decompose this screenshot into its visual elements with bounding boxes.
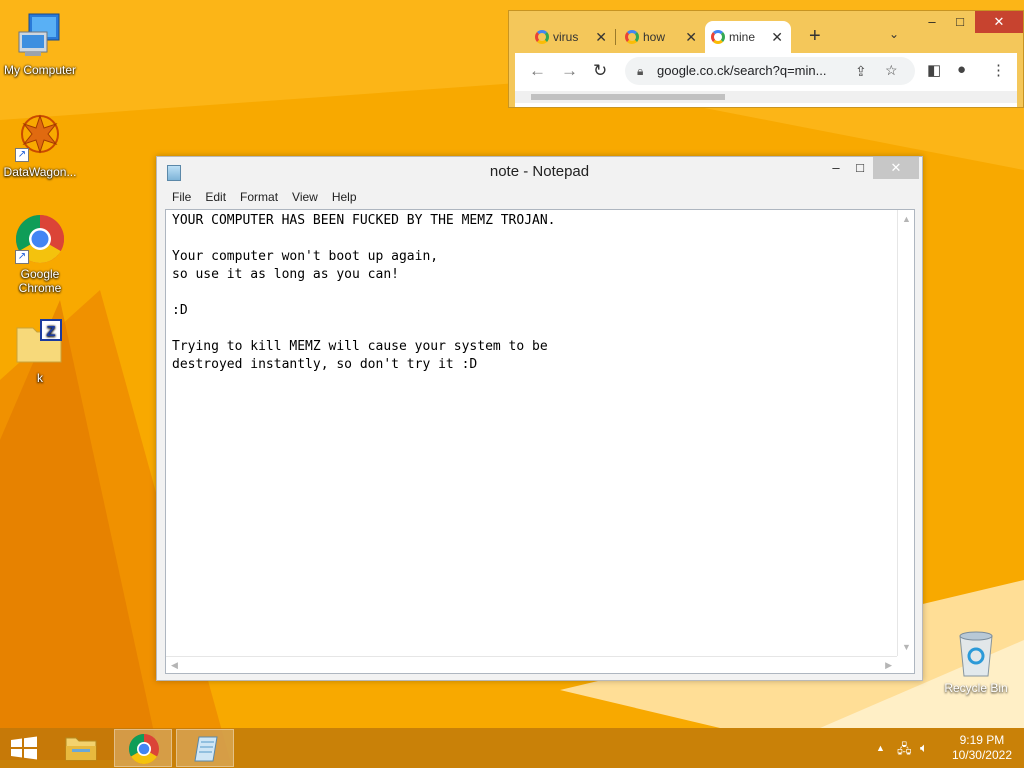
tab-separator <box>615 29 616 45</box>
desktop-icon-label: k <box>37 371 43 385</box>
address-bar[interactable]: 🔒︎ google.co.ck/search?q=min... <box>625 57 915 85</box>
desktop-icon-my-computer[interactable]: My Computer <box>0 10 80 77</box>
shortcut-arrow-icon: ↗ <box>15 250 29 264</box>
chrome-tab-bar: virus ✕ how ✕ mine ✕ + ⌄ – □ ✕ <box>509 11 1023 53</box>
notepad-icon <box>194 736 218 762</box>
scroll-up-icon[interactable]: ▲ <box>902 214 911 224</box>
google-favicon-icon <box>625 30 639 44</box>
desktop-icon-k[interactable]: Z k <box>0 318 80 385</box>
menu-help[interactable]: Help <box>325 190 364 208</box>
scroll-left-icon[interactable]: ◀ <box>171 660 178 671</box>
chrome-minimize-button[interactable]: – <box>919 11 945 33</box>
desktop-icon-datawagon[interactable]: ↗ DataWagon... <box>0 112 80 179</box>
chrome-close-button[interactable]: ✕ <box>975 11 1023 33</box>
new-tab-icon[interactable]: + <box>809 25 821 48</box>
menu-bar: File Edit Format View Help <box>165 190 364 208</box>
tab-title: virus <box>553 30 579 44</box>
desktop-icon-label: Google Chrome <box>18 267 62 295</box>
clock-date: 10/30/2022 <box>951 748 1012 762</box>
vertical-scrollbar[interactable]: ▲ ▼ <box>897 210 914 656</box>
chrome-tab[interactable]: how ✕ <box>619 21 705 53</box>
shortcut-arrow-icon: ↗ <box>15 148 29 162</box>
chrome-toolbar: ← → ↻ 🔒︎ google.co.ck/search?q=min... ⇪ … <box>515 53 1017 107</box>
chrome-maximize-button[interactable]: □ <box>947 11 973 33</box>
close-tab-icon[interactable]: ✕ <box>771 29 783 46</box>
google-favicon-icon <box>535 30 549 44</box>
svg-text:Z: Z <box>46 323 55 340</box>
page-horizontal-scrollbar[interactable] <box>515 91 1017 103</box>
back-arrow-icon[interactable]: ← <box>529 61 546 81</box>
chrome-icon <box>128 734 159 765</box>
tab-title: mine <box>729 30 756 44</box>
desktop-icon-label: DataWagon... <box>3 165 77 179</box>
scrollbar-thumb[interactable] <box>531 94 725 100</box>
clock-time: 9:19 PM <box>959 733 1005 747</box>
tab-title: how <box>643 30 666 44</box>
menu-view[interactable]: View <box>285 190 325 208</box>
forward-arrow-icon[interactable]: → <box>561 61 578 81</box>
network-icon[interactable]: 🖧 <box>897 740 912 762</box>
address-bar-url: google.co.ck/search?q=min... <box>657 63 827 78</box>
profile-avatar-icon[interactable]: ● <box>957 61 966 78</box>
recycle-bin-label: Recycle Bin <box>944 681 1008 695</box>
folder-icon <box>65 737 97 761</box>
minimize-button[interactable]: – <box>823 157 849 179</box>
menu-file[interactable]: File <box>165 190 198 208</box>
taskbar: ▲ 🖧 🔈︎ 9:19 PM 10/30/2022 <box>0 728 1024 768</box>
google-favicon-icon <box>711 30 725 44</box>
maximize-button[interactable]: □ <box>847 157 873 179</box>
chrome-window: virus ✕ how ✕ mine ✕ + ⌄ – □ ✕ ← → ↻ 🔒︎ … <box>508 10 1024 108</box>
notepad-window: note - Notepad – □ ✕ File Edit Format Vi… <box>156 156 923 681</box>
text-editor-area[interactable]: YOUR COMPUTER HAS BEEN FUCKED BY THE MEM… <box>165 209 915 674</box>
taskbar-file-explorer[interactable] <box>52 729 110 767</box>
desktop-icon-label: My Computer <box>3 63 77 77</box>
start-button[interactable] <box>0 729 48 767</box>
clock[interactable]: 9:19 PM 10/30/2022 <box>952 733 1012 763</box>
windows-logo-icon <box>11 736 37 760</box>
scroll-right-icon[interactable]: ▶ <box>885 660 892 671</box>
taskbar-notepad[interactable] <box>176 729 234 767</box>
chrome-icon: ↗ <box>15 214 65 264</box>
more-menu-icon[interactable]: ⋮ <box>991 61 1006 79</box>
zip-folder-icon: Z <box>15 318 65 368</box>
datawagon-icon: ↗ <box>15 112 65 162</box>
share-icon[interactable]: ⇪ <box>855 63 867 80</box>
close-tab-icon[interactable]: ✕ <box>595 29 607 46</box>
recycle-bin-icon <box>959 631 993 677</box>
taskbar-google-chrome[interactable] <box>114 729 172 767</box>
chrome-tab-active[interactable]: mine ✕ <box>705 21 791 53</box>
menu-edit[interactable]: Edit <box>198 190 233 208</box>
bookmark-star-icon[interactable]: ☆ <box>885 62 898 79</box>
side-panel-icon[interactable]: ◧ <box>927 61 941 79</box>
computer-icon <box>15 10 65 60</box>
scroll-down-icon[interactable]: ▼ <box>902 642 911 652</box>
horizontal-scrollbar[interactable]: ◀ ▶ <box>166 656 897 673</box>
note-text[interactable]: YOUR COMPUTER HAS BEEN FUCKED BY THE MEM… <box>172 212 892 374</box>
chrome-tab[interactable]: virus ✕ <box>529 21 615 53</box>
show-hidden-icons-icon[interactable]: ▲ <box>876 743 885 753</box>
menu-format[interactable]: Format <box>233 190 285 208</box>
reload-icon[interactable]: ↻ <box>593 61 607 81</box>
desktop-icon-google-chrome[interactable]: ↗ Google Chrome <box>0 214 80 295</box>
close-tab-icon[interactable]: ✕ <box>685 29 697 46</box>
lock-icon: 🔒︎ <box>637 64 644 78</box>
tab-search-chevron-icon[interactable]: ⌄ <box>889 27 899 41</box>
window-title: note - Notepad <box>489 163 590 180</box>
volume-icon[interactable]: 🔈︎ <box>920 740 928 756</box>
desktop-icon-recycle-bin[interactable]: Recycle Bin <box>936 630 1016 695</box>
close-button[interactable]: ✕ <box>873 157 919 179</box>
